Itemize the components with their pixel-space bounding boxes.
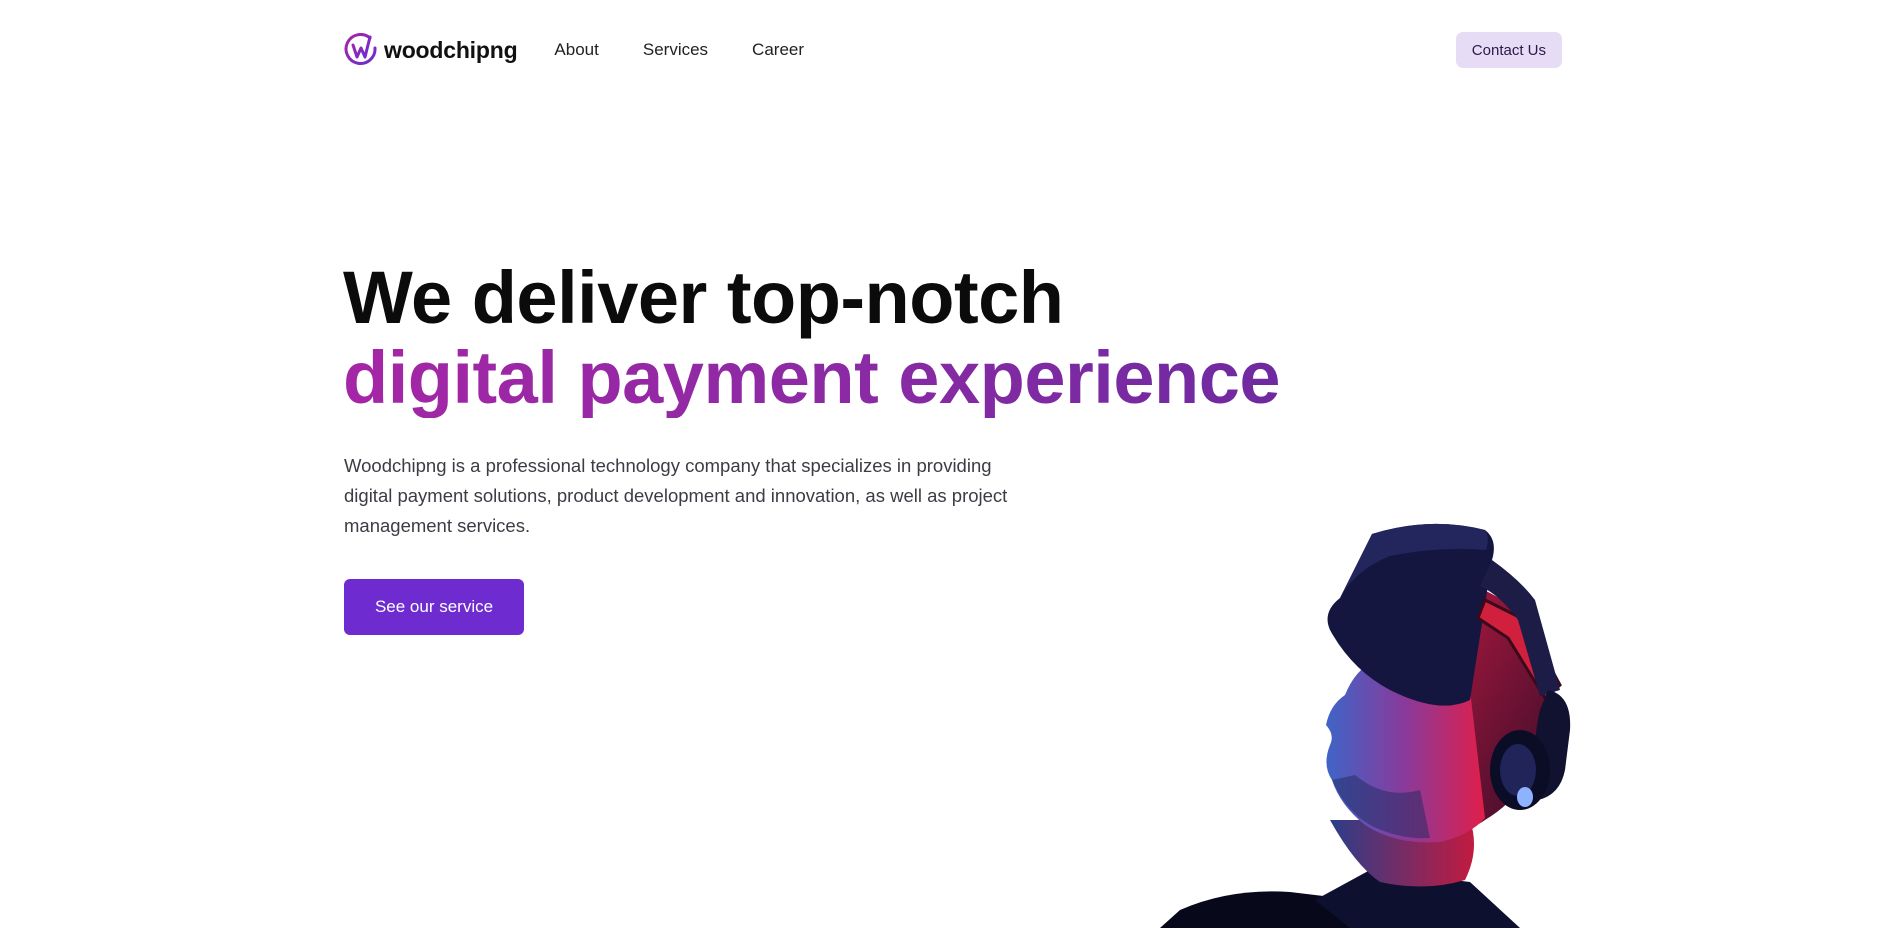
- nav-services[interactable]: Services: [643, 40, 708, 60]
- hero-title-line-1: We deliver top-notch: [343, 256, 1064, 339]
- top-navbar: woodchipng About Services Career Contact…: [344, 32, 1562, 68]
- brand-name: woodchipng: [384, 36, 518, 63]
- vr-headset-man-image: [1160, 523, 1571, 928]
- see-our-service-button[interactable]: See our service: [344, 579, 524, 635]
- hero-title-line-2: digital payment experience: [343, 336, 1281, 419]
- hero-description: Woodchipng is a professional technology …: [344, 455, 1008, 536]
- landing-page: woodchipng About Services Career Contact…: [0, 0, 1903, 928]
- brand[interactable]: woodchipng: [344, 33, 518, 67]
- nav-career[interactable]: Career: [752, 40, 804, 60]
- contact-us-button[interactable]: Contact Us: [1455, 32, 1562, 68]
- main-nav: About Services Career: [554, 40, 804, 60]
- nav-about[interactable]: About: [554, 40, 598, 60]
- hero-title: We deliver top-notch digital payment exp…: [343, 256, 1281, 419]
- woodchipng-logo-icon: [344, 33, 377, 65]
